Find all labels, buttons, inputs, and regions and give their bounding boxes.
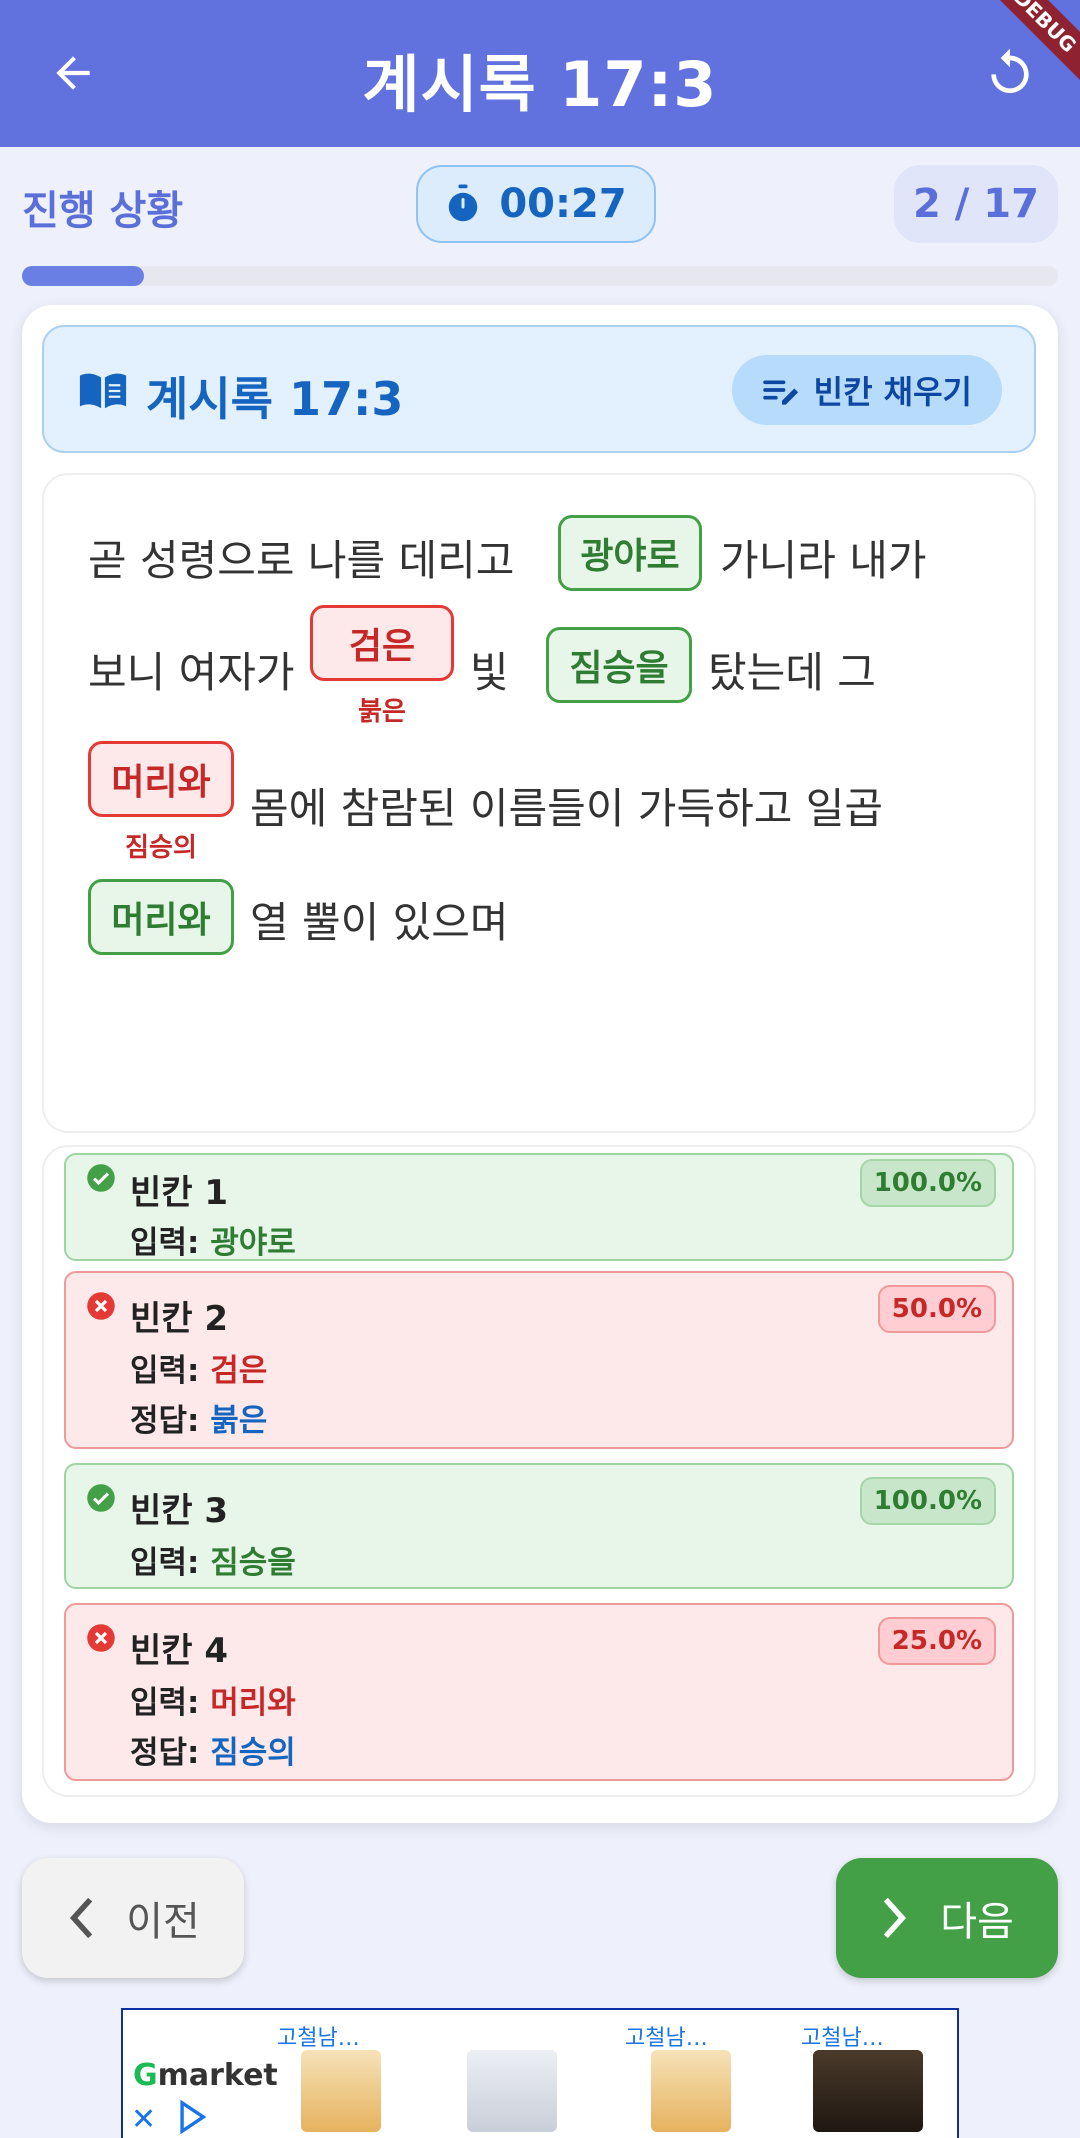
score-badge: 50.0%: [877, 1285, 996, 1333]
error-circle-icon: [87, 1292, 115, 1320]
input-value: 광야로: [210, 1225, 296, 1261]
chevron-left-icon: [70, 1897, 93, 1939]
chevron-right-icon: [883, 1897, 907, 1939]
passage-text: 보니 여자가: [88, 648, 295, 697]
ad-item-label: 고철남…: [625, 2026, 708, 2051]
result-input-line: 입력: 짐승을: [130, 1537, 296, 1582]
ad-product-image[interactable]: [813, 2050, 923, 2132]
progress-label: 진행 상황: [22, 188, 184, 234]
passage-text: 빛: [470, 648, 509, 697]
score-badge: 100.0%: [859, 1159, 996, 1207]
mode-label: 빈칸 채우기: [813, 373, 972, 411]
result-answer-line: 정답: 붉은: [130, 1395, 267, 1440]
ad-choices-icon[interactable]: [177, 2100, 207, 2134]
progress-bar-fill: [22, 266, 145, 286]
check-circle-icon: [87, 1164, 115, 1192]
timer-text: 00:27: [499, 181, 627, 227]
results-list[interactable]: 빈칸 1 100.0% 입력: 광야로 빈칸 2 50.0% 입력: 검은 정답…: [42, 1145, 1036, 1797]
ad-banner[interactable]: Gmarket ✕ 고철남… 고철남… 고철남…: [121, 2008, 959, 2138]
result-item: 빈칸 3 100.0% 입력: 짐승을: [64, 1463, 1014, 1589]
ad-item-label: 고철남…: [277, 2026, 360, 2051]
blank-3[interactable]: 짐승을: [546, 627, 692, 703]
correction-hint: 짐승의: [125, 833, 197, 863]
result-title: 빈칸 1: [130, 1173, 229, 1213]
ad-product-image[interactable]: [301, 2050, 381, 2132]
error-circle-icon: [87, 1624, 115, 1652]
ad-item-label: 고철남…: [801, 2026, 884, 2051]
result-input-line: 입력: 머리와: [130, 1677, 296, 1722]
previous-label: 이전: [126, 1899, 200, 1945]
passage-text: 가니라 내가: [720, 536, 927, 585]
result-input-line: 입력: 광야로: [130, 1217, 296, 1262]
input-label: 입력:: [130, 1225, 200, 1261]
result-item: 빈칸 4 25.0% 입력: 머리와 정답: 짐승의: [64, 1603, 1014, 1781]
ad-brand-logo: Gmarket: [133, 2058, 278, 2093]
previous-button[interactable]: 이전: [22, 1858, 244, 1978]
quiz-card: 계시록 17:3 빈칸 채우기 곧 성령으로 나를 데리고 광야로 가니라 내가…: [22, 305, 1058, 1823]
mode-chip[interactable]: 빈칸 채우기: [731, 355, 1002, 425]
refresh-icon[interactable]: [982, 44, 1038, 100]
score-badge: 100.0%: [859, 1477, 996, 1525]
correction-hint: 붉은: [358, 697, 406, 727]
score-badge: 25.0%: [877, 1617, 996, 1665]
edit-note-icon: [762, 380, 798, 405]
result-input-line: 입력: 검은: [130, 1345, 267, 1390]
ad-product-image[interactable]: [651, 2050, 731, 2132]
passage-text: 곧 성령으로 나를 데리고: [88, 536, 515, 585]
question-counter: 2 / 17: [894, 165, 1058, 243]
answer-label: 정답:: [130, 1735, 200, 1771]
ad-product-image[interactable]: [467, 2050, 557, 2132]
input-value: 머리와: [210, 1685, 296, 1721]
next-label: 다음: [940, 1899, 1014, 1945]
passage-text: 열 뿔이 있으며: [250, 898, 509, 947]
app-bar: 계시록 17:3 DEBUG: [0, 0, 1080, 147]
passage-box: 곧 성령으로 나를 데리고 광야로 가니라 내가 보니 여자가 검은 붉은 빛 …: [42, 473, 1036, 1133]
answer-label: 정답:: [130, 1403, 200, 1439]
input-label: 입력:: [130, 1353, 200, 1389]
result-item: 빈칸 1 100.0% 입력: 광야로: [64, 1153, 1014, 1261]
timer-badge: 00:27: [416, 165, 656, 243]
input-label: 입력:: [130, 1545, 200, 1581]
blank-2[interactable]: 검은: [310, 605, 454, 681]
result-title: 빈칸 4: [130, 1631, 229, 1671]
passage-text: 탔는데 그: [708, 648, 876, 697]
answer-value: 짐승의: [210, 1735, 296, 1771]
input-value: 검은: [210, 1353, 268, 1389]
page-title: 계시록 17:3: [362, 48, 718, 121]
answer-value: 붉은: [210, 1403, 268, 1439]
verse-reference: 계시록 17:3: [146, 372, 404, 426]
blank-1[interactable]: 광야로: [558, 515, 702, 591]
stopwatch-icon: [449, 184, 478, 222]
next-button[interactable]: 다음: [836, 1858, 1058, 1978]
result-title: 빈칸 2: [130, 1299, 229, 1339]
check-circle-icon: [87, 1484, 115, 1512]
result-title: 빈칸 3: [130, 1491, 229, 1531]
input-value: 짐승을: [210, 1545, 296, 1581]
input-label: 입력:: [130, 1685, 200, 1721]
result-item: 빈칸 2 50.0% 입력: 검은 정답: 붉은: [64, 1271, 1014, 1449]
blank-5[interactable]: 머리와: [88, 879, 234, 955]
book-icon: [79, 373, 127, 409]
verse-header: 계시록 17:3 빈칸 채우기: [42, 325, 1036, 453]
ad-close-icon[interactable]: ✕: [131, 2102, 156, 2137]
progress-bar: [22, 266, 1058, 286]
result-answer-line: 정답: 짐승의: [130, 1727, 296, 1772]
passage-text: 몸에 참람된 이름들이 가득하고 일곱: [250, 784, 884, 833]
blank-4[interactable]: 머리와: [88, 741, 234, 817]
